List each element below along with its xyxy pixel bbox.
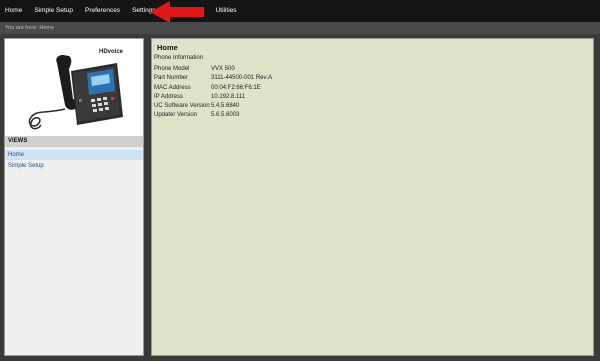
hdvoice-logo: HDvoice xyxy=(99,49,124,55)
main-content-panel: Home Phone Information Phone Model VVX 5… xyxy=(151,38,594,356)
red-arrow-icon xyxy=(150,1,204,23)
views-header: VIEWS xyxy=(5,136,143,147)
info-value: 00:04:F2:66:F6:1E xyxy=(211,84,261,91)
nav-preferences[interactable]: Preferences xyxy=(79,0,126,22)
red-arrow-annotation xyxy=(150,1,204,23)
phone-info-table: Phone Model VVX 500 Part Number 3111-445… xyxy=(154,65,272,121)
info-row-updater-version: Updater Version 5.6.5.6003 xyxy=(154,111,272,120)
breadcrumb-text: You are here: Home xyxy=(5,25,55,31)
info-label: Part Number xyxy=(154,75,189,82)
info-label: Updater Version xyxy=(154,112,198,119)
info-row-ip-address: IP Address 10.192.8.111 xyxy=(154,93,272,102)
desk-phone-icon: HDvoice xyxy=(28,49,124,130)
info-value: 5.6.5.6003 xyxy=(211,112,240,119)
info-row-part-number: Part Number 3111-44500-001 Rev:A xyxy=(154,74,272,83)
info-label: Phone Model xyxy=(154,66,190,72)
info-label: MAC Address xyxy=(154,84,191,91)
info-label: UC Software Version xyxy=(154,103,210,110)
section-phone-information: Phone Information xyxy=(154,55,204,61)
info-value: VVX 500 xyxy=(211,66,235,72)
info-value: 3111-44500-001 Rev:A xyxy=(211,75,273,82)
info-row-uc-software-version: UC Software Version 5.4.5.6840 xyxy=(154,102,272,111)
info-label: IP Address xyxy=(154,93,183,100)
top-navigation-bar: Home Simple Setup Preferences Settings U… xyxy=(0,0,600,22)
phone-image: HDvoice xyxy=(5,39,143,136)
breadcrumb: You are here: Home xyxy=(0,22,600,34)
nav-simple-setup[interactable]: Simple Setup xyxy=(28,0,79,22)
info-value: 5.4.5.6840 xyxy=(211,103,240,110)
nav-home[interactable]: Home xyxy=(0,0,28,22)
info-value: 10.192.8.111 xyxy=(211,93,246,100)
view-item-home[interactable]: Home xyxy=(5,150,143,160)
page-title: Home xyxy=(157,43,178,52)
view-item-simple-setup[interactable]: Simple Setup xyxy=(5,161,143,171)
info-row-mac-address: MAC Address 00:04:F2:66:F6:1E xyxy=(154,84,272,93)
info-row-phone-model: Phone Model VVX 500 xyxy=(154,65,272,74)
nav-utilities[interactable]: Utilities xyxy=(210,0,243,22)
left-sidebar: HDvoice VIEWS Home Simple Setup xyxy=(4,38,144,356)
